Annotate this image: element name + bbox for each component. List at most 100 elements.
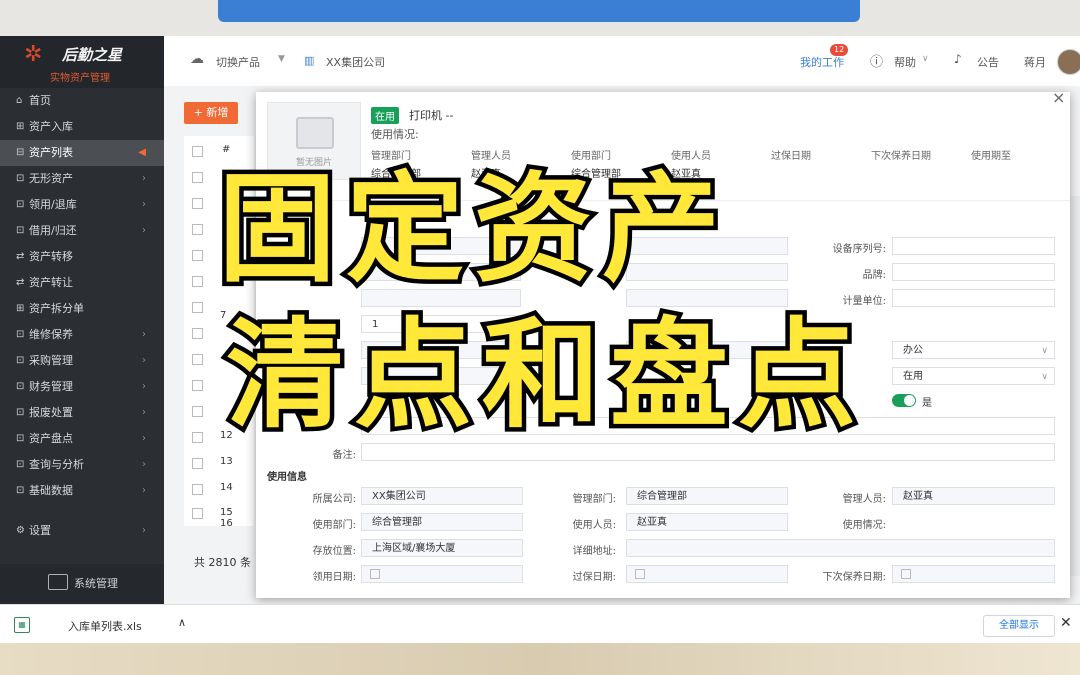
help-icon: ⓘ	[870, 55, 884, 70]
grid-icon: ⊡	[16, 381, 25, 392]
use-dept-field[interactable]: 综合管理部	[361, 513, 523, 531]
sidebar-item-split[interactable]: ⊞ 资产拆分单	[0, 296, 164, 322]
row-checkbox[interactable]	[192, 198, 203, 209]
row-number: 13	[220, 456, 233, 467]
unit-label: 计量单位:	[842, 296, 886, 307]
sidebar-item-assignment[interactable]: ⇄ 资产转让	[0, 270, 164, 296]
sidebar-item-label: 首页	[29, 94, 51, 107]
warranty-date-label: 过保日期:	[572, 572, 616, 583]
logo-icon: ✲	[24, 42, 43, 67]
overlay-title-line1: 固定资产	[213, 160, 731, 299]
background-window-bar	[218, 0, 860, 22]
mgmt-dept-field[interactable]: 综合管理部	[626, 487, 788, 505]
sidebar-item-disposal[interactable]: ⊡ 报废处置 ›	[0, 400, 164, 426]
chevron-down-icon: ∨	[1041, 346, 1048, 356]
warranty-date-field[interactable]	[626, 565, 788, 583]
row-checkbox[interactable]	[192, 172, 203, 183]
sidebar-item-maintenance[interactable]: ⊡ 维修保养 ›	[0, 322, 164, 348]
pager-total: 共 2810 条	[194, 556, 251, 569]
toggle-switch[interactable]	[892, 394, 916, 407]
sidebar: ✲ 后勤之星 实物资产管理 ⌂ 首页 ⊞ 资产入库 ⊟ 资产列表 ◀ ⊡ 无形资产 › ⊡ 领…	[0, 36, 164, 604]
sidebar-item-base-data[interactable]: ⊡ 基础数据 ›	[0, 478, 164, 504]
show-all-button[interactable]: 全部显示	[983, 615, 1055, 637]
row-checkbox[interactable]	[192, 276, 203, 287]
row-checkbox[interactable]	[192, 508, 203, 519]
grid-icon: ⊡	[16, 433, 25, 444]
row-checkbox[interactable]	[192, 328, 203, 339]
company-selector[interactable]: XX集团公司	[326, 54, 385, 70]
grid-icon: ⊡	[16, 173, 25, 184]
sidebar-item-intangible[interactable]: ⊡ 无形资产 ›	[0, 166, 164, 192]
sidebar-item-query-analysis[interactable]: ⊡ 查询与分析 ›	[0, 452, 164, 478]
sidebar-item-receive-return[interactable]: ⊡ 领用/退库 ›	[0, 192, 164, 218]
my-work-link[interactable]: 我的工作	[800, 54, 844, 70]
sidebar-item-label: 资产列表	[29, 146, 73, 159]
unit-field[interactable]	[892, 289, 1055, 307]
calendar-icon	[901, 569, 911, 579]
notice-link[interactable]: 公告	[977, 54, 999, 70]
row-checkbox[interactable]	[192, 302, 203, 313]
sidebar-item-borrow-return[interactable]: ⊡ 借用/归还 ›	[0, 218, 164, 244]
sidebar-item-inventory[interactable]: ⊡ 资产盘点 ›	[0, 426, 164, 452]
image-icon	[296, 117, 334, 149]
row-checkbox[interactable]	[192, 484, 203, 495]
row-checkbox[interactable]	[192, 354, 203, 365]
address-field[interactable]	[626, 539, 1055, 557]
chevron-right-icon: ›	[142, 173, 146, 184]
close-icon[interactable]: ×	[1052, 88, 1065, 107]
close-icon[interactable]: ✕	[1060, 615, 1072, 631]
asset-name-text: 打印机	[409, 109, 442, 122]
sidebar-item-label: 领用/退库	[29, 198, 77, 211]
chevron-up-icon[interactable]: ∧	[178, 616, 186, 629]
cloud-icon: ☁	[190, 51, 204, 67]
sidebar-item-label: 查询与分析	[29, 458, 84, 471]
calendar-icon	[370, 569, 380, 579]
brand-field[interactable]	[892, 263, 1055, 281]
sidebar-item-home[interactable]: ⌂ 首页	[0, 88, 164, 114]
status-select[interactable]: 在用 ∨	[892, 367, 1055, 385]
purpose-select[interactable]: 办公 ∨	[892, 341, 1055, 359]
sidebar-item-label: 财务管理	[29, 380, 73, 393]
sidebar-item-settings[interactable]: ⚙ 设置 ›	[0, 518, 164, 544]
company-field[interactable]: XX集团公司	[361, 487, 523, 505]
row-checkbox[interactable]	[192, 432, 203, 443]
row-checkbox[interactable]	[192, 458, 203, 469]
sidebar-item-label: 资产入库	[29, 120, 73, 133]
chevron-down-icon: ∨	[922, 54, 929, 64]
address-label: 详细地址:	[572, 546, 616, 557]
chevron-right-icon: ›	[142, 225, 146, 236]
switch-product-button[interactable]: 切换产品	[216, 54, 260, 70]
info-header: 过保日期	[771, 151, 811, 162]
avatar[interactable]	[1057, 49, 1080, 75]
help-menu[interactable]: 帮助	[894, 54, 916, 70]
user-field[interactable]: 赵亚真	[626, 513, 788, 531]
monitor-icon	[48, 574, 68, 590]
row-checkbox[interactable]	[192, 224, 203, 235]
user-name[interactable]: 蒋月	[1024, 54, 1046, 70]
chevron-right-icon: ›	[142, 355, 146, 366]
row-checkbox[interactable]	[192, 380, 203, 391]
sidebar-item-transfer[interactable]: ⇄ 资产转移	[0, 244, 164, 270]
device-serial-field[interactable]	[892, 237, 1055, 255]
manager-field[interactable]: 赵亚真	[892, 487, 1055, 505]
brand-subtitle: 实物资产管理	[50, 73, 110, 84]
sidebar-item-asset-inbound[interactable]: ⊞ 资产入库	[0, 114, 164, 140]
system-management-button[interactable]: 系统管理	[0, 564, 164, 604]
remark-field[interactable]	[361, 443, 1055, 461]
mgmt-dept-label: 管理部门:	[572, 494, 616, 505]
grid-icon: ⊡	[16, 199, 25, 210]
row-checkbox[interactable]	[192, 406, 203, 417]
sidebar-item-purchase[interactable]: ⊡ 采购管理 ›	[0, 348, 164, 374]
receive-date-field[interactable]	[361, 565, 523, 583]
next-maint-field[interactable]	[892, 565, 1055, 583]
sidebar-item-asset-list[interactable]: ⊟ 资产列表 ◀	[0, 140, 164, 166]
location-field[interactable]: 上海区域/襄场大厦	[361, 539, 523, 557]
select-all-checkbox[interactable]	[192, 146, 203, 157]
chevron-right-icon: ›	[142, 459, 146, 470]
download-file-name[interactable]: 入库单列表.xls	[68, 618, 142, 634]
usage-label: 使用情况:	[842, 520, 886, 531]
add-button[interactable]: + 新增	[184, 102, 238, 124]
sidebar-item-label: 维修保养	[29, 328, 73, 341]
row-checkbox[interactable]	[192, 250, 203, 261]
sidebar-item-finance[interactable]: ⊡ 财务管理 ›	[0, 374, 164, 400]
